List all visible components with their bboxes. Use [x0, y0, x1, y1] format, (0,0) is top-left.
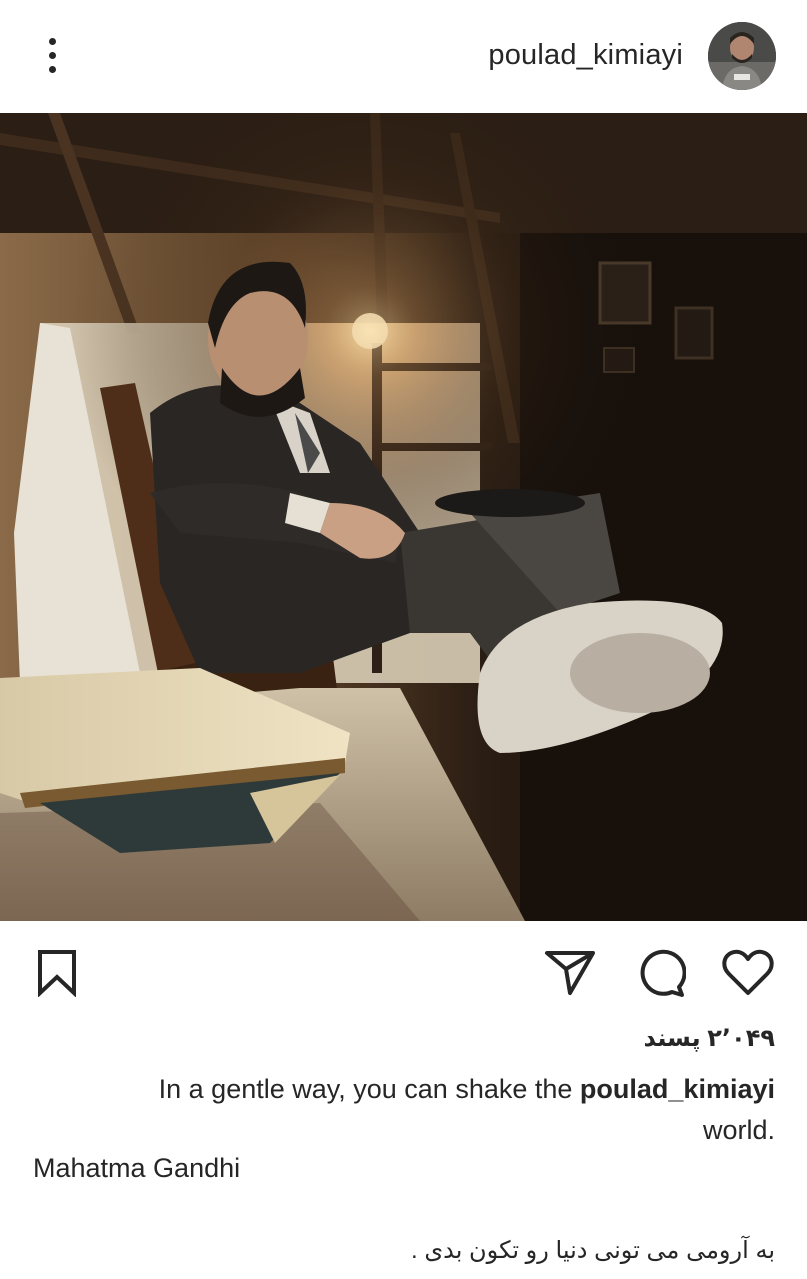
send-icon	[545, 951, 595, 995]
post-header: poulad_kimiayi	[0, 0, 807, 113]
more-options-button[interactable]	[36, 34, 70, 78]
post-actions	[0, 921, 807, 1023]
avatar-image	[708, 22, 776, 90]
caption-text-start: In a gentle way, you can shake the	[158, 1074, 580, 1104]
bookmark-icon	[38, 950, 76, 997]
comment-button[interactable]	[634, 947, 686, 999]
caption: In a gentle way, you can shake the poula…	[35, 1069, 775, 1151]
more-options-dot	[49, 66, 56, 73]
more-options-icon	[49, 38, 56, 45]
caption-attribution: Mahatma Gandhi	[33, 1153, 241, 1183]
caption-persian: به آرومی می تونی دنیا رو تکون بدی .	[410, 1237, 775, 1264]
more-options-dot	[49, 52, 56, 59]
heart-icon	[722, 949, 774, 995]
bookmark-button[interactable]	[36, 949, 78, 997]
caption-text-end: world.	[702, 1115, 775, 1145]
caption-username[interactable]: poulad_kimiayi	[580, 1074, 775, 1104]
post-username[interactable]: poulad_kimiayi	[488, 39, 683, 72]
like-button[interactable]	[721, 949, 775, 997]
likes-count[interactable]: ۲٬۰۴۹ پسند	[644, 1024, 775, 1053]
avatar[interactable]	[708, 22, 776, 90]
share-button[interactable]	[544, 949, 596, 997]
comment-icon	[640, 949, 686, 997]
post-image[interactable]	[0, 113, 807, 921]
